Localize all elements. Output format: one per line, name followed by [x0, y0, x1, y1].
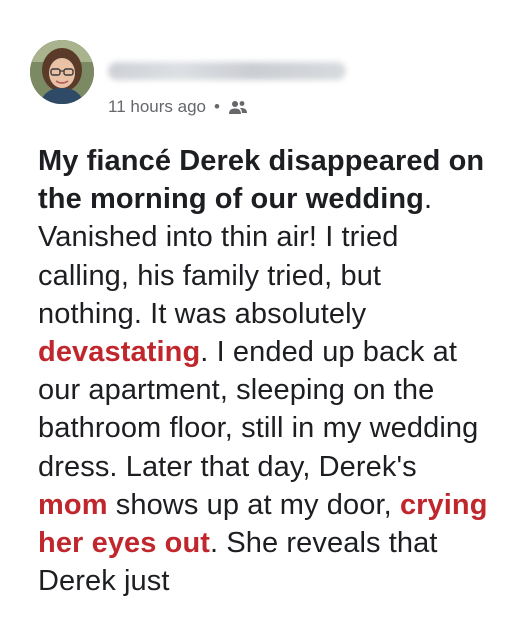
highlight-devastating: devastating: [38, 336, 201, 369]
meta-separator: •: [213, 97, 220, 116]
post-title: My fiancé Derek disappeared on the morni…: [38, 145, 485, 216]
avatar[interactable]: [30, 40, 94, 104]
post-body-segment: shows up at my door,: [107, 488, 400, 521]
post-meta: 11 hours ago •: [108, 96, 248, 118]
avatar-photo: [30, 40, 94, 104]
post-header: 11 hours ago •: [30, 38, 490, 128]
post-body-segment: Vanished into thin air! I tried calling,…: [38, 221, 399, 330]
author-name-blurred[interactable]: [108, 62, 346, 80]
post-text: My fiancé Derek disappeared on the morni…: [38, 142, 488, 600]
post-body: My fiancé Derek disappeared on the morni…: [38, 142, 488, 600]
highlight-mom: mom: [38, 488, 108, 521]
friends-icon[interactable]: [228, 99, 248, 115]
post-timestamp[interactable]: 11 hours ago: [108, 97, 206, 117]
post-title-end: .: [424, 183, 433, 216]
